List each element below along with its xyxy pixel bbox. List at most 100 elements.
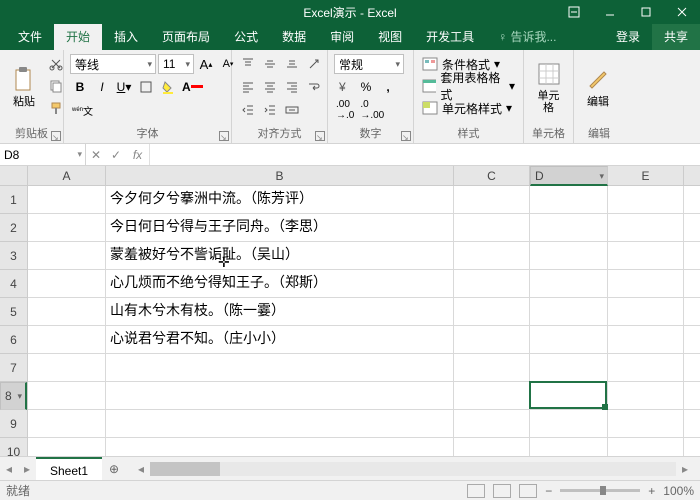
row-header-7[interactable]: 7 [0,354,27,382]
sheet-nav-prev[interactable]: ◂ [0,462,18,476]
tab-tellme[interactable]: ♀ 告诉我... [486,24,568,50]
row-header-10[interactable]: 10 [0,438,27,456]
cell-D8[interactable] [530,382,608,409]
sheet-nav-next[interactable]: ▸ [18,462,36,476]
cell-C6[interactable] [454,326,530,353]
tab-login[interactable]: 登录 [604,24,652,50]
increase-font-icon[interactable]: A▴ [196,54,216,74]
cell-E6[interactable] [608,326,684,353]
cell-C1[interactable] [454,186,530,213]
col-header-A[interactable]: A [28,166,106,185]
cell-D4[interactable] [530,270,608,297]
increase-indent-icon[interactable] [260,100,280,120]
cell-E8[interactable] [608,382,684,409]
minimize-icon[interactable] [592,0,628,24]
tab-file[interactable]: 文件 [6,24,54,50]
zoom-in-icon[interactable]: + [648,484,655,498]
align-right-icon[interactable] [282,77,302,97]
select-all-corner[interactable] [0,166,28,186]
align-launcher[interactable] [315,131,325,141]
cell-B6[interactable]: 心说君兮君不知。（庄小小） [106,326,454,353]
view-normal-icon[interactable] [467,484,485,498]
cell-D2[interactable] [530,214,608,241]
cell-C5[interactable] [454,298,530,325]
cell-D5[interactable] [530,298,608,325]
cell-A4[interactable] [28,270,106,297]
view-pagelayout-icon[interactable] [493,484,511,498]
cell-D1[interactable] [530,186,608,213]
tab-layout[interactable]: 页面布局 [150,24,222,50]
comma-format-icon[interactable]: , [378,77,398,97]
bold-button[interactable]: B [70,77,90,97]
row-header-3[interactable]: 3 [0,242,27,270]
cell-A7[interactable] [28,354,106,381]
cell-styles-button[interactable]: 单元格样式▾ [420,98,517,118]
align-left-icon[interactable] [238,77,258,97]
number-launcher[interactable] [401,131,411,141]
cell-B4[interactable]: 心几烦而不绝兮得知王子。（郑斯） [106,270,454,297]
cell-B10[interactable] [106,438,454,456]
tab-formula[interactable]: 公式 [222,24,270,50]
cell-E10[interactable] [608,438,684,456]
col-header-D[interactable]: D [530,166,608,186]
row-header-9[interactable]: 9 [0,410,27,438]
cell-E4[interactable] [608,270,684,297]
row-header-4[interactable]: 4 [0,270,27,298]
cell-B1[interactable]: 今夕何夕兮搴洲中流。（陈芳评） [106,186,454,213]
fx-icon[interactable]: fx [126,144,150,165]
cell-C4[interactable] [454,270,530,297]
cancel-formula-icon[interactable]: ✕ [86,144,106,165]
new-sheet-button[interactable]: ⊕ [102,462,126,476]
cell-A2[interactable] [28,214,106,241]
cell-D9[interactable] [530,410,608,437]
col-header-B[interactable]: B [106,166,454,185]
enter-formula-icon[interactable]: ✓ [106,144,126,165]
cell-C7[interactable] [454,354,530,381]
cell-E5[interactable] [608,298,684,325]
cell-D7[interactable] [530,354,608,381]
increase-decimal-icon[interactable]: .00→.0 [334,100,356,120]
cell-E7[interactable] [608,354,684,381]
cell-C2[interactable] [454,214,530,241]
underline-button[interactable]: U▾ [114,77,134,97]
row-header-1[interactable]: 1 [0,186,27,214]
cell-E1[interactable] [608,186,684,213]
cell-A1[interactable] [28,186,106,213]
merge-button[interactable] [282,100,302,120]
tab-share[interactable]: 共享 [652,24,700,50]
align-top-icon[interactable] [238,54,258,74]
cell-D10[interactable] [530,438,608,456]
format-as-table-button[interactable]: 套用表格格式▾ [420,76,517,96]
cell-A9[interactable] [28,410,106,437]
cell-A6[interactable] [28,326,106,353]
cell-C10[interactable] [454,438,530,456]
view-pagebreak-icon[interactable] [519,484,537,498]
copy-icon[interactable] [46,76,66,96]
ribbon-options-icon[interactable] [556,0,592,24]
font-color-button[interactable]: A [180,77,205,97]
cells-button[interactable]: 单元格 [530,54,567,120]
tab-insert[interactable]: 插入 [102,24,150,50]
tab-data[interactable]: 数据 [270,24,318,50]
cell-E3[interactable] [608,242,684,269]
decrease-decimal-icon[interactable]: .0→.00 [358,100,386,120]
row-header-6[interactable]: 6 [0,326,27,354]
col-header-C[interactable]: C [454,166,530,185]
italic-button[interactable]: I [92,77,112,97]
cell-B7[interactable] [106,354,454,381]
row-header-8[interactable]: 8 [0,382,27,410]
zoom-slider[interactable] [560,489,640,492]
percent-format-icon[interactable]: % [356,77,376,97]
cell-A5[interactable] [28,298,106,325]
clipboard-launcher[interactable] [51,131,61,141]
zoom-value[interactable]: 100% [663,484,694,498]
cell-C8[interactable] [454,382,530,409]
editing-button[interactable]: 编辑 [580,54,616,120]
accounting-format-icon[interactable]: ¥ [334,77,354,97]
paste-button[interactable]: 粘贴 [6,54,42,120]
tab-view[interactable]: 视图 [366,24,414,50]
number-format-select[interactable]: 常规 [334,54,404,74]
cell-C3[interactable] [454,242,530,269]
horizontal-scrollbar[interactable]: ◂▸ [132,462,694,476]
row-header-2[interactable]: 2 [0,214,27,242]
